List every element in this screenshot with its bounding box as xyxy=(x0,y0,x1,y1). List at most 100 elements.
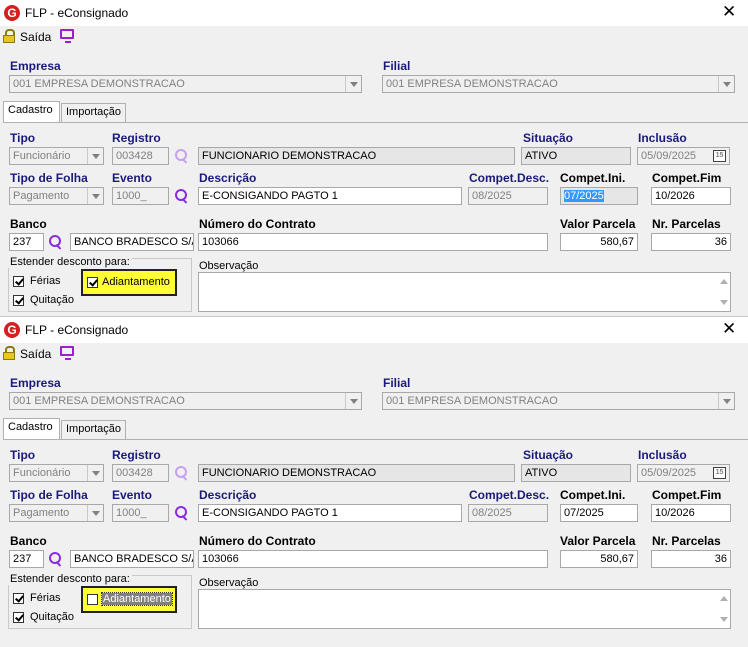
nr-parcelas-field[interactable]: 36 xyxy=(651,233,731,251)
search-icon[interactable] xyxy=(174,505,190,521)
estender-title: Estender desconto para: xyxy=(8,573,132,585)
adiantamento-checkbox[interactable] xyxy=(87,594,98,605)
employee-name-field: FUNCIONARIO DEMONSTRACAO xyxy=(198,147,515,165)
descricao-field[interactable]: E-CONSIGANDO PAGTO 1 xyxy=(198,504,462,522)
descricao-label: Descrição xyxy=(199,488,257,502)
banco-code-field[interactable]: 237 xyxy=(9,550,44,568)
observacao-textarea[interactable] xyxy=(198,272,731,312)
registro-field[interactable]: 003428 xyxy=(112,147,169,165)
title-bar: G FLP - eConsignado ✕ xyxy=(0,317,748,343)
chevron-down-icon[interactable] xyxy=(718,393,734,409)
search-icon[interactable] xyxy=(48,234,64,250)
empresa-label: Empresa xyxy=(10,59,61,73)
adiantamento-label[interactable]: Adiantamento xyxy=(102,276,170,288)
ferias-checkbox[interactable] xyxy=(13,593,24,604)
observacao-label: Observação xyxy=(199,260,259,272)
tipo-label: Tipo xyxy=(10,448,36,462)
monitor-icon[interactable] xyxy=(60,29,74,43)
calendar-icon[interactable]: 15 xyxy=(713,150,726,162)
evento-label: Evento xyxy=(112,488,153,502)
empresa-select[interactable]: 001 EMPRESA DEMONSTRACAO xyxy=(9,392,362,410)
inclusao-date-field[interactable]: 05/09/2025 15 xyxy=(637,147,730,165)
compet-ini-field[interactable]: 07/2025 xyxy=(560,504,638,522)
filial-select[interactable]: 001 EMPRESA DEMONSTRACAO xyxy=(382,392,735,410)
evento-field[interactable]: 1000_ xyxy=(112,504,169,522)
compet-ini-field[interactable]: 07/2025 xyxy=(560,187,638,205)
quitacao-checkbox[interactable] xyxy=(13,612,24,623)
monitor-icon[interactable] xyxy=(60,346,74,360)
chevron-down-icon[interactable] xyxy=(87,505,103,521)
chevron-down-icon[interactable] xyxy=(87,188,103,204)
filial-select[interactable]: 001 EMPRESA DEMONSTRACAO xyxy=(382,75,735,93)
chevron-down-icon[interactable] xyxy=(718,76,734,92)
tipo-folha-label: Tipo de Folha xyxy=(10,488,88,502)
tab-divider xyxy=(3,122,748,123)
chevron-down-icon[interactable] xyxy=(87,465,103,481)
inclusao-label: Inclusão xyxy=(638,448,687,462)
chevron-down-icon[interactable] xyxy=(345,76,361,92)
adiantamento-checkbox[interactable] xyxy=(87,277,98,288)
ferias-label: Férias xyxy=(30,275,61,287)
padlock-icon[interactable] xyxy=(3,29,15,43)
adiantamento-label[interactable]: Adiantamento xyxy=(101,592,173,606)
search-icon[interactable] xyxy=(174,188,190,204)
compet-desc-field[interactable]: 08/2025 xyxy=(468,187,548,205)
banco-label: Banco xyxy=(10,534,47,548)
tab-cadastro[interactable]: Cadastro xyxy=(3,101,60,122)
compet-fim-field[interactable]: 10/2026 xyxy=(651,504,731,522)
search-icon[interactable] xyxy=(174,148,190,164)
quitacao-checkbox[interactable] xyxy=(13,295,24,306)
evento-field[interactable]: 1000_ xyxy=(112,187,169,205)
empresa-label: Empresa xyxy=(10,376,61,390)
tipo-folha-select[interactable]: Pagamento xyxy=(9,504,104,522)
situacao-label: Situação xyxy=(523,448,574,462)
registro-field[interactable]: 003428 xyxy=(112,464,169,482)
compet-fim-field[interactable]: 10/2026 xyxy=(651,187,731,205)
contrato-field[interactable]: 103066 xyxy=(198,550,548,568)
tab-cadastro[interactable]: Cadastro xyxy=(3,418,60,439)
ferias-checkbox[interactable] xyxy=(13,276,24,287)
observacao-textarea[interactable] xyxy=(198,589,731,629)
nr-parcelas-field[interactable]: 36 xyxy=(651,550,731,568)
scroll-up-icon[interactable] xyxy=(720,279,728,284)
descricao-field[interactable]: E-CONSIGANDO PAGTO 1 xyxy=(198,187,462,205)
tipo-select[interactable]: Funcionário xyxy=(9,464,104,482)
empresa-select[interactable]: 001 EMPRESA DEMONSTRACAO xyxy=(9,75,362,93)
valor-parcela-field[interactable]: 580,67 xyxy=(560,233,638,251)
scroll-up-icon[interactable] xyxy=(720,596,728,601)
tipo-folha-select[interactable]: Pagamento xyxy=(9,187,104,205)
contrato-field[interactable]: 103066 xyxy=(198,233,548,251)
exit-button[interactable]: Saída xyxy=(20,30,51,44)
tab-importacao[interactable]: Importação xyxy=(61,103,126,122)
scroll-down-icon[interactable] xyxy=(720,617,728,622)
title-bar: G FLP - eConsignado ✕ xyxy=(0,0,748,26)
close-icon[interactable]: ✕ xyxy=(722,3,736,21)
exit-button[interactable]: Saída xyxy=(20,347,51,361)
inclusao-date-field[interactable]: 05/09/2025 15 xyxy=(637,464,730,482)
compet-desc-field[interactable]: 08/2025 xyxy=(468,504,548,522)
nr-parcelas-label: Nr. Parcelas xyxy=(652,217,721,231)
compet-fim-label: Compet.Fim xyxy=(652,488,722,502)
registro-label: Registro xyxy=(112,448,161,462)
tipo-select[interactable]: Funcionário xyxy=(9,147,104,165)
calendar-icon[interactable]: 15 xyxy=(713,467,726,479)
contrato-label: Número do Contrato xyxy=(199,534,316,548)
scroll-down-icon[interactable] xyxy=(720,300,728,305)
banco-code-field[interactable]: 237 xyxy=(9,233,44,251)
descricao-label: Descrição xyxy=(199,171,257,185)
situacao-field: ATIVO xyxy=(521,147,631,165)
registro-label: Registro xyxy=(112,131,161,145)
search-icon[interactable] xyxy=(174,465,190,481)
compet-ini-label: Compet.Ini. xyxy=(560,171,626,185)
window-title: FLP - eConsignado xyxy=(25,323,129,337)
padlock-icon[interactable] xyxy=(3,346,15,360)
tab-importacao[interactable]: Importação xyxy=(61,420,126,439)
search-icon[interactable] xyxy=(48,551,64,567)
compet-fim-label: Compet.Fim xyxy=(652,171,722,185)
window-1: G FLP - eConsignado ✕ Saída Empresa 001 … xyxy=(0,0,748,316)
valor-parcela-field[interactable]: 580,67 xyxy=(560,550,638,568)
chevron-down-icon[interactable] xyxy=(345,393,361,409)
chevron-down-icon[interactable] xyxy=(87,148,103,164)
ferias-label: Férias xyxy=(30,592,61,604)
close-icon[interactable]: ✕ xyxy=(722,320,736,338)
